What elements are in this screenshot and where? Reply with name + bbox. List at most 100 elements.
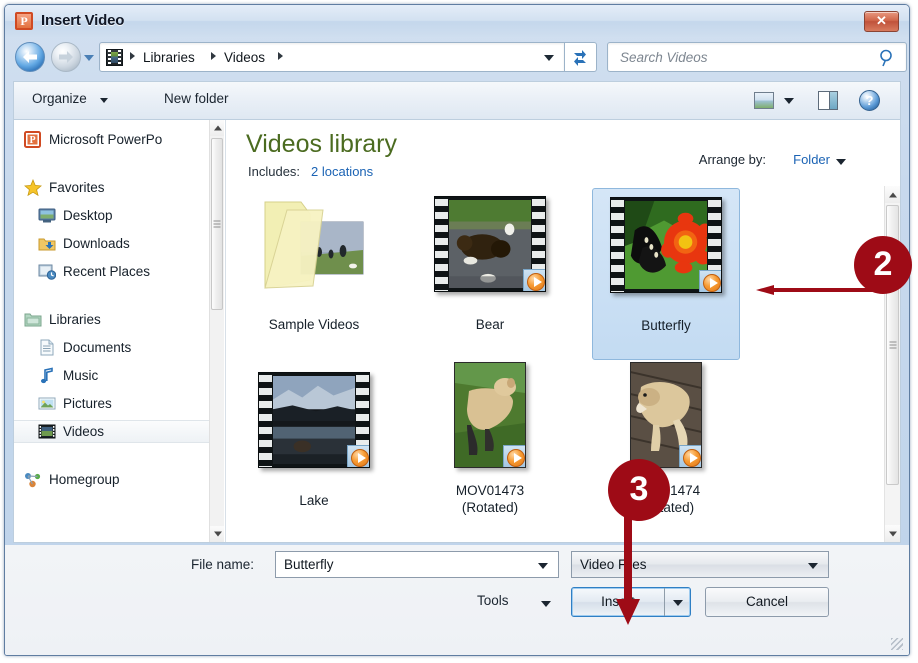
sidebar-item-videos[interactable]: Videos xyxy=(14,420,210,443)
file-type-select[interactable]: Video Files xyxy=(571,551,829,578)
scroll-down-icon[interactable] xyxy=(885,525,900,542)
pictures-icon xyxy=(38,395,56,412)
list-item[interactable]: Sample Videos xyxy=(240,188,388,360)
sidebar-item-label: Music xyxy=(63,368,99,383)
video-thumbnail xyxy=(454,362,526,468)
page-title: Videos library xyxy=(246,130,398,158)
play-badge-icon xyxy=(503,445,525,467)
sidebar-item-pictures[interactable]: Pictures xyxy=(14,392,210,415)
sidebar-item-label: Downloads xyxy=(63,236,130,251)
chevron-down-icon[interactable] xyxy=(784,98,794,104)
sidebar-item-music[interactable]: Music xyxy=(14,364,210,387)
callout-number-2: 2 xyxy=(854,236,912,294)
sidebar-item-label: Microsoft PowerPo xyxy=(49,132,163,147)
videos-icon xyxy=(38,423,56,440)
sidebar-item-label: Libraries xyxy=(49,312,101,327)
folder-icon xyxy=(255,196,373,296)
view-mode-icon[interactable] xyxy=(754,92,774,109)
powerpoint-icon: P xyxy=(24,131,42,148)
arrange-by-label: Arrange by: xyxy=(698,152,766,167)
scroll-down-icon[interactable] xyxy=(210,526,224,542)
breadcrumb-libraries[interactable]: Libraries xyxy=(143,50,195,65)
tools-button[interactable]: Tools xyxy=(477,593,509,608)
list-item[interactable]: Bear xyxy=(416,188,564,360)
callout-number-3: 3 xyxy=(608,459,670,521)
forward-arrow-glyph xyxy=(59,51,73,63)
scroll-up-icon[interactable] xyxy=(885,186,900,203)
chevron-down-icon[interactable] xyxy=(538,563,548,569)
includes-locations-link[interactable]: 2 locations xyxy=(311,164,373,179)
arrange-by-value[interactable]: Folder xyxy=(793,152,830,167)
thumbnail xyxy=(240,196,388,314)
downloads-icon xyxy=(38,235,56,252)
play-badge-icon xyxy=(679,445,701,467)
search-placeholder: Search Videos xyxy=(620,50,708,65)
forward-arrow-icon[interactable] xyxy=(51,42,81,72)
address-bar[interactable]: Libraries Videos xyxy=(99,42,565,72)
chevron-down-icon[interactable] xyxy=(544,55,554,61)
video-thumbnail xyxy=(630,362,702,468)
cancel-button[interactable]: Cancel xyxy=(705,587,829,617)
sidebar-item-favorites[interactable]: Favorites xyxy=(14,176,210,199)
play-badge-icon xyxy=(699,270,721,292)
list-item-label: Butterfly xyxy=(641,318,691,333)
file-grid: Sample Videos Bear Butterfly Lake MOV014… xyxy=(226,186,884,542)
sidebar-item-homegroup[interactable]: Homegroup xyxy=(14,468,210,491)
sidebar-item-microsoft-powerpoint[interactable]: P Microsoft PowerPo xyxy=(14,128,210,151)
thumbnail xyxy=(592,362,740,480)
insert-dropdown-button[interactable] xyxy=(664,588,690,616)
chevron-down-icon[interactable] xyxy=(100,98,108,103)
list-item[interactable]: MOV01473 (Rotated) xyxy=(416,354,564,526)
sidebar-scrollbar-thumb[interactable] xyxy=(211,138,223,310)
library-header: Videos library Includes: 2 locations Arr… xyxy=(226,120,900,186)
help-icon[interactable]: ? xyxy=(859,90,880,111)
refresh-glyph xyxy=(574,50,586,66)
homegroup-icon xyxy=(24,471,42,488)
resize-grip-icon[interactable] xyxy=(891,638,903,650)
thumbnail xyxy=(593,197,739,315)
preview-pane-icon[interactable] xyxy=(818,91,838,110)
sidebar-item-label: Pictures xyxy=(63,396,112,411)
breadcrumb-separator xyxy=(211,52,216,60)
includes-label: Includes: xyxy=(248,164,301,179)
chevron-down-icon[interactable] xyxy=(836,159,846,165)
file-name-input[interactable]: Butterfly xyxy=(275,551,559,578)
sidebar-scrollbar[interactable] xyxy=(209,120,224,542)
insert-video-dialog: P Insert Video ✕ Libraries Videos Search… xyxy=(4,4,910,656)
star-icon xyxy=(24,178,42,197)
sidebar-item-desktop[interactable]: Desktop xyxy=(14,204,210,227)
music-note-icon xyxy=(38,367,56,384)
list-item-label: MOV01473 (Rotated) xyxy=(455,483,525,515)
chevron-down-icon[interactable] xyxy=(541,601,551,607)
sidebar-item-libraries[interactable]: Libraries xyxy=(14,308,210,331)
sidebar-item-documents[interactable]: Documents xyxy=(14,336,210,359)
search-input[interactable]: Search Videos xyxy=(607,42,907,72)
refresh-icon[interactable] xyxy=(565,42,597,72)
back-arrow-icon[interactable] xyxy=(15,42,45,72)
list-item-label: Bear xyxy=(475,317,505,332)
svg-text:P: P xyxy=(29,135,35,146)
navigation-bar: Libraries Videos Search Videos xyxy=(5,37,909,79)
search-icon xyxy=(880,49,892,67)
sidebar-item-label: Desktop xyxy=(63,208,113,223)
scroll-up-icon[interactable] xyxy=(210,120,224,136)
new-folder-button[interactable]: New folder xyxy=(164,91,229,106)
window-title: Insert Video xyxy=(41,12,125,29)
thumbnail xyxy=(416,196,564,314)
file-list-pane: Videos library Includes: 2 locations Arr… xyxy=(225,120,900,542)
video-thumbnail xyxy=(610,197,722,293)
video-thumbnail xyxy=(258,372,370,468)
video-thumbnail xyxy=(434,196,546,292)
chevron-down-icon[interactable] xyxy=(84,55,94,61)
list-item-label: Lake xyxy=(299,493,329,508)
sidebar-item-recent-places[interactable]: Recent Places xyxy=(14,260,210,283)
list-item[interactable]: Lake xyxy=(240,364,388,536)
list-item-selected[interactable]: Butterfly xyxy=(592,188,740,360)
sidebar-item-downloads[interactable]: Downloads xyxy=(14,232,210,255)
chevron-down-icon xyxy=(808,563,818,569)
close-icon[interactable]: ✕ xyxy=(864,11,899,32)
file-name-value: Butterfly xyxy=(284,557,334,572)
breadcrumb-videos[interactable]: Videos xyxy=(224,50,265,65)
content-area: P Microsoft PowerPo Favorites Desktop Do… xyxy=(13,119,901,543)
organize-button[interactable]: Organize xyxy=(32,91,87,106)
